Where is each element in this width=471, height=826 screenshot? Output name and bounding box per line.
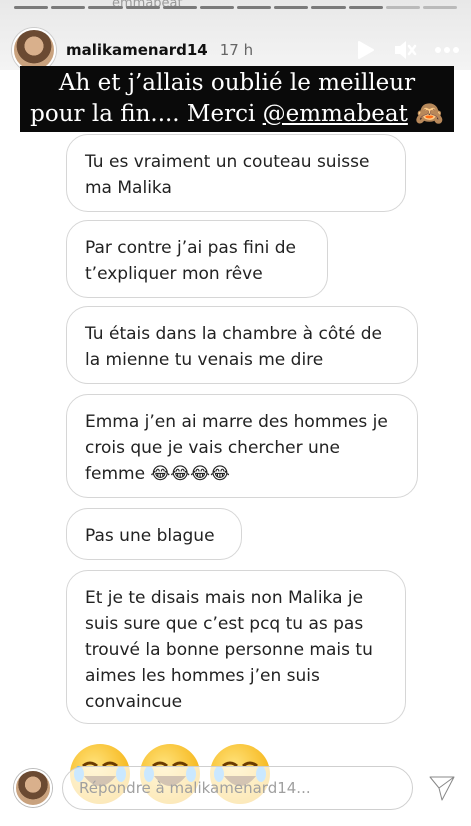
message-bubble: Et je te disais mais non Malika je suis … — [66, 570, 406, 724]
progress-segment — [88, 6, 123, 9]
message-bubble: Tu es vraiment un couteau suisse ma Mali… — [66, 134, 406, 212]
post-time: 17 h — [219, 41, 254, 59]
reply-input[interactable]: Répondre à malikamenard14... — [62, 766, 413, 810]
send-icon[interactable] — [427, 773, 457, 803]
more-icon[interactable] — [435, 46, 459, 54]
message-bubble: Pas une blague — [66, 508, 242, 560]
progress-segment — [274, 6, 309, 9]
progress-segment — [385, 6, 420, 9]
story-controls — [355, 39, 459, 61]
caption-text: pour la fin.... Merci — [30, 101, 263, 127]
story-progress-bar — [14, 6, 458, 9]
story-caption: Ah et j’allais oublié le meilleur pour l… — [20, 66, 454, 132]
mute-icon[interactable] — [393, 39, 417, 61]
progress-segment — [199, 6, 235, 9]
reply-bar: Répondre à malikamenard14... — [14, 760, 457, 816]
progress-segment — [14, 6, 49, 9]
progress-segment — [162, 6, 197, 9]
play-icon[interactable] — [355, 40, 375, 60]
caption-line-1: Ah et j’allais oublié le meilleur — [58, 70, 416, 96]
progress-segment — [51, 6, 86, 9]
message-bubble: Tu étais dans la chambre à côté de la mi… — [66, 306, 418, 384]
reply-avatar — [14, 769, 52, 807]
message-bubble: Emma j’en ai marre des hommes je crois q… — [66, 394, 418, 498]
caption-line-2: pour la fin.... Merci @emmabeat 🙈 — [20, 99, 454, 130]
progress-segment — [311, 6, 346, 9]
progress-segment — [237, 6, 272, 9]
progress-segment — [125, 6, 160, 9]
message-bubble: Par contre j’ai pas fini de t’expliquer … — [66, 220, 328, 298]
progress-segment — [422, 6, 458, 9]
username[interactable]: malikamenard14 — [66, 41, 208, 59]
mention-link[interactable]: @emmabeat — [263, 101, 408, 127]
monkey-emoji: 🙈 — [415, 101, 444, 127]
progress-segment — [348, 6, 383, 9]
